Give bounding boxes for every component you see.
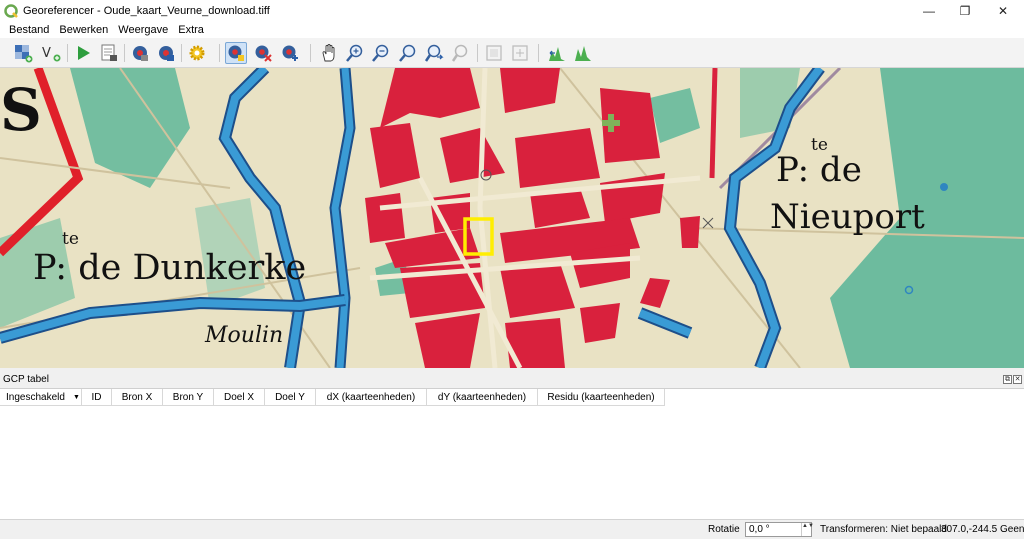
menu-weergave[interactable]: Weergave <box>113 24 173 36</box>
sort-arrow-icon: ▼ <box>72 394 80 401</box>
zoom-to-layer-icon[interactable] <box>397 42 419 64</box>
save-gcp-points-icon[interactable] <box>155 42 177 64</box>
pan-icon[interactable] <box>318 42 340 64</box>
title-bar: Georeferencer - Oude_kaart_Veurne_downlo… <box>0 0 1024 22</box>
column-header-residual[interactable]: Residu (kaarteenheden) <box>538 389 665 406</box>
load-gcp-points-icon[interactable] <box>129 42 151 64</box>
column-header-dest-x[interactable]: Doel X <box>214 389 265 406</box>
menu-bar: Bestand Bewerken Weergave Extra <box>0 22 1024 38</box>
rotation-spinbox[interactable]: 0,0 ° ▲▼ <box>745 522 814 537</box>
map-label-nieuport-1: P: de <box>776 150 862 190</box>
map-canvas[interactable]: S te P: de Dunkerke Moulin te P: de Nieu… <box>0 68 1024 368</box>
historical-map-image[interactable]: S te P: de Dunkerke Moulin te P: de Nieu… <box>0 68 1024 368</box>
menu-extra[interactable]: Extra <box>173 24 209 36</box>
full-histogram-stretch-icon[interactable] <box>572 42 594 64</box>
gcp-panel-header: GCP tabel ⧉ ✕ <box>0 372 1024 388</box>
transform-status: Transformeren: Niet bepaald <box>820 524 947 535</box>
rotation-value: 0,0 ° <box>749 524 770 535</box>
window-title: Georeferencer - Oude_kaart_Veurne_downlo… <box>23 5 270 17</box>
menu-bewerken[interactable]: Bewerken <box>54 24 113 36</box>
column-header-dy[interactable]: dY (kaarteenheden) <box>427 389 538 406</box>
column-header-dx[interactable]: dX (kaarteenheden) <box>316 389 427 406</box>
map-label-dunkerke: P: de Dunkerke <box>33 248 306 288</box>
column-header-enabled[interactable]: Ingeschakeld ▼ <box>0 389 82 406</box>
map-label-moulin: Moulin <box>204 323 283 348</box>
spin-arrows-icon[interactable]: ▲▼ <box>801 523 814 536</box>
gcp-panel-title: GCP tabel <box>3 374 49 385</box>
map-label-s: S <box>0 76 42 144</box>
local-histogram-stretch-icon[interactable] <box>546 42 568 64</box>
open-raster-icon[interactable] <box>12 42 34 64</box>
column-header-source-x[interactable]: Bron X <box>112 389 163 406</box>
column-header-source-y[interactable]: Bron Y <box>163 389 214 406</box>
zoom-last-icon[interactable] <box>423 42 445 64</box>
column-header-id[interactable]: ID <box>82 389 112 406</box>
add-point-icon[interactable] <box>225 42 247 64</box>
gcp-table[interactable]: Ingeschakeld ▼ ID Bron X Bron Y Doel X Do… <box>0 388 1024 519</box>
qgis-logo-icon <box>4 4 18 18</box>
zoom-in-icon[interactable] <box>344 42 366 64</box>
transformation-settings-icon[interactable] <box>186 42 208 64</box>
start-georeferencing-icon[interactable] <box>72 42 94 64</box>
link-georef-to-qgis-icon[interactable] <box>483 42 505 64</box>
column-header-dest-y[interactable]: Doel Y <box>265 389 316 406</box>
crs-status[interactable]: Geen <box>1000 524 1024 535</box>
status-bar: Rotatie 0,0 ° ▲▼ Transformeren: Niet bep… <box>0 519 1024 539</box>
rotation-label: Rotatie <box>708 524 740 535</box>
move-point-icon[interactable] <box>279 42 301 64</box>
delete-point-icon[interactable] <box>252 42 274 64</box>
map-label-te-left: te <box>62 229 79 249</box>
toolbar: V <box>0 38 1024 68</box>
minimize-button[interactable]: — <box>912 0 946 22</box>
georef-vector-icon[interactable]: V <box>40 42 62 64</box>
menu-bestand[interactable]: Bestand <box>4 24 54 36</box>
zoom-out-icon[interactable] <box>370 42 392 64</box>
svg-text:V: V <box>42 46 51 61</box>
generate-gdal-script-icon[interactable] <box>98 42 120 64</box>
restore-button[interactable]: ❐ <box>948 0 982 22</box>
map-label-nieuport-2: Nieuport <box>770 197 925 237</box>
gcp-table-header: Ingeschakeld ▼ ID Bron X Bron Y Doel X Do… <box>0 389 665 406</box>
zoom-next-icon[interactable] <box>450 42 472 64</box>
close-window-button[interactable]: ✕ <box>986 0 1020 22</box>
float-panel-button[interactable]: ⧉ <box>1003 375 1012 384</box>
coordinates-readout: 307.0,-244.5 <box>941 524 998 535</box>
close-panel-button[interactable]: ✕ <box>1013 375 1022 384</box>
link-qgis-to-georef-icon[interactable] <box>509 42 531 64</box>
